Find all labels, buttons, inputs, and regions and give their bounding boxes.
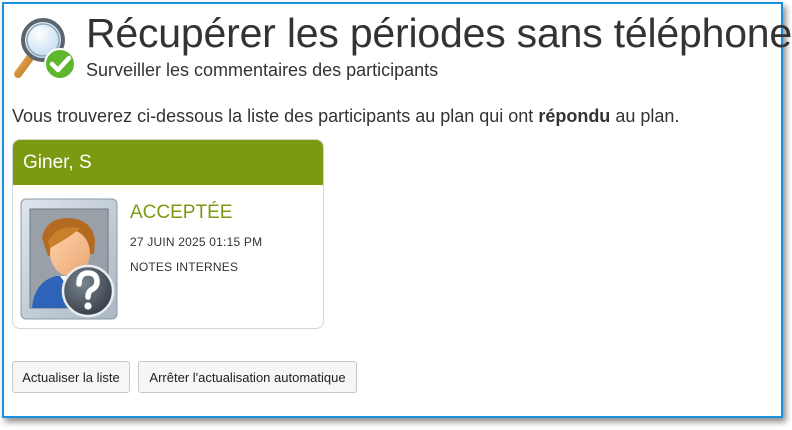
refresh-list-button[interactable]: Actualiser la liste	[12, 361, 130, 393]
response-date: 27 JUIN 2025 01:15 PM	[130, 235, 263, 249]
stop-auto-refresh-button[interactable]: Arrêter l'actualisation automatique	[138, 361, 357, 393]
participant-name: Giner, S	[13, 140, 323, 185]
intro-text-bold: répondu	[538, 106, 611, 126]
window-frame: Récupérer les périodes sans téléphone Su…	[2, 2, 792, 418]
intro-text-end: au plan.	[610, 106, 680, 126]
intro-text: Vous trouverez ci-dessous la liste des p…	[12, 106, 679, 127]
participant-card: Giner, S ACCEPTÉE 27 JUIN 2025 01:15 PM …	[12, 139, 324, 329]
page-title: Récupérer les périodes sans téléphone	[86, 10, 792, 56]
unknown-user-icon	[20, 198, 118, 320]
page-subtitle: Surveiller les commentaires des particip…	[86, 60, 439, 80]
internal-notes-label: NOTES INTERNES	[130, 260, 239, 274]
response-status: ACCEPTÉE	[130, 202, 233, 223]
magnifier-check-icon	[14, 18, 76, 80]
intro-text-start: Vous trouverez ci-dessous la liste des p…	[12, 106, 539, 126]
